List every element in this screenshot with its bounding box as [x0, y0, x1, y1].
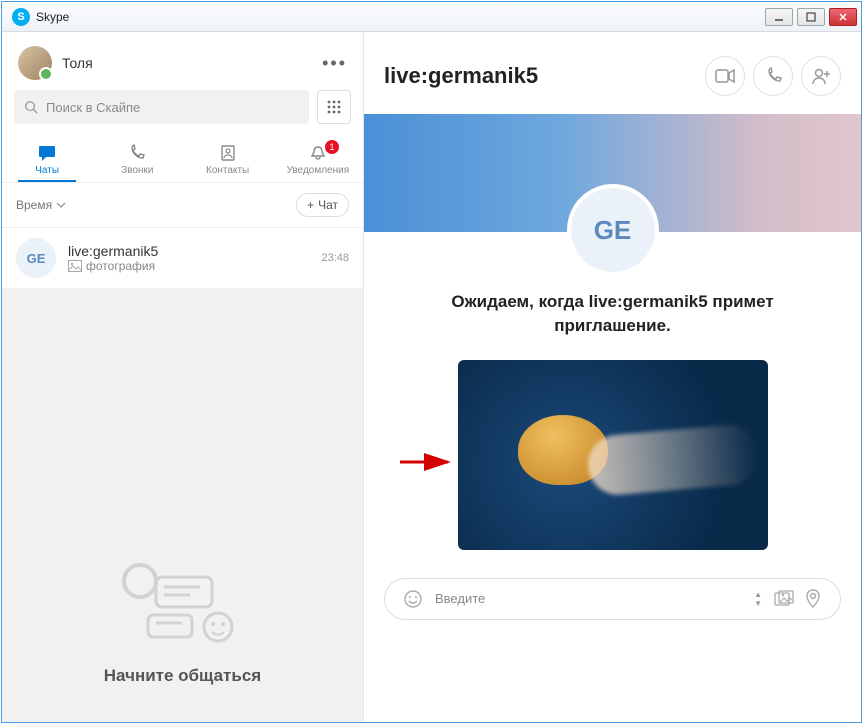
chat-name: live:germanik5: [68, 243, 321, 259]
invite-status-text: Ожидаем, когда live:germanik5 примет при…: [364, 290, 861, 338]
dialpad-button[interactable]: [317, 90, 351, 124]
search-placeholder: Поиск в Скайпе: [46, 100, 140, 115]
chat-preview: фотография: [68, 259, 321, 273]
skype-icon: S: [12, 8, 30, 26]
tab-calls[interactable]: Звонки: [92, 136, 182, 182]
app-window: S Skype Толя ••• Поиск в Скайпе: [1, 1, 862, 723]
gallery-icon[interactable]: [774, 590, 794, 608]
user-name: Толя: [62, 55, 322, 71]
tab-notifications[interactable]: 1 Уведомления: [273, 136, 363, 182]
location-icon[interactable]: [804, 589, 822, 609]
conversation-title: live:germanik5: [384, 63, 697, 89]
sidebar: Толя ••• Поиск в Скайпе Чаты: [2, 32, 364, 722]
audio-call-button[interactable]: [753, 56, 793, 96]
message-composer[interactable]: Введите ▲▼: [384, 578, 841, 620]
contacts-icon: [218, 144, 238, 162]
more-icon[interactable]: •••: [322, 53, 347, 74]
empty-state: Начните общаться: [2, 529, 363, 704]
video-icon: [715, 69, 735, 83]
composer-placeholder: Введите: [435, 591, 485, 606]
tab-contacts[interactable]: Контакты: [183, 136, 273, 182]
chat-time: 23:48: [321, 252, 349, 264]
tab-chats[interactable]: Чаты: [2, 136, 92, 182]
chat-item[interactable]: GE live:germanik5 фотография 23:48: [2, 228, 363, 289]
plus-icon: +: [307, 198, 314, 212]
notification-badge: 1: [325, 140, 339, 154]
chat-list: GE live:germanik5 фотография 23:48: [2, 228, 363, 722]
video-call-button[interactable]: [705, 56, 745, 96]
chevron-down-icon: [56, 200, 66, 210]
empty-illustration-icon: [118, 559, 248, 649]
avatar: [18, 46, 52, 80]
emoji-icon[interactable]: [403, 589, 423, 609]
add-person-icon: [811, 67, 831, 85]
image-message[interactable]: [458, 360, 768, 550]
image-icon: [68, 260, 82, 272]
chat-icon: [37, 144, 57, 162]
stepper-icon[interactable]: ▲▼: [754, 590, 762, 608]
conversation-header: live:germanik5: [364, 32, 861, 114]
search-icon: [24, 100, 38, 114]
phone-icon: [764, 67, 782, 85]
profile-banner: GE: [364, 114, 861, 232]
sort-dropdown[interactable]: Время: [16, 198, 66, 212]
window-title: Skype: [36, 10, 765, 24]
maximize-button[interactable]: [797, 8, 825, 26]
current-user-row[interactable]: Толя •••: [2, 32, 363, 90]
close-button[interactable]: [829, 8, 857, 26]
profile-avatar: GE: [567, 184, 659, 276]
titlebar[interactable]: S Skype: [2, 2, 861, 32]
empty-text: Начните общаться: [2, 666, 363, 686]
phone-icon: [127, 144, 147, 162]
minimize-button[interactable]: [765, 8, 793, 26]
nav-tabs: Чаты Звонки Контакты 1 Уведомления: [2, 136, 363, 183]
dialpad-icon: [326, 99, 342, 115]
search-input[interactable]: Поиск в Скайпе: [14, 90, 309, 124]
add-contact-button[interactable]: [801, 56, 841, 96]
conversation-pane: live:germanik5 GE Ожидаем, когда live:ge…: [364, 32, 861, 722]
new-chat-button[interactable]: + Чат: [296, 193, 349, 217]
chat-avatar: GE: [16, 238, 56, 278]
